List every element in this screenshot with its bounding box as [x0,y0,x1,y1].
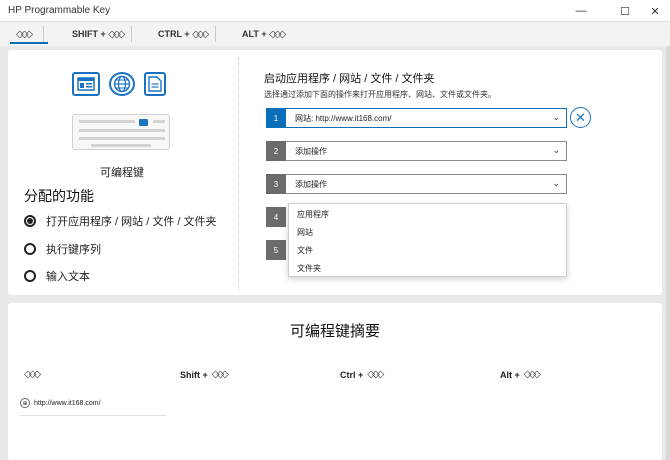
tab-selected-indicator [10,42,48,44]
action-row-1[interactable]: 1 网站: http://www.it168.com/ ⌄ [266,108,567,128]
remove-action-button[interactable]: ✕ [570,107,591,128]
action-row-3[interactable]: 3 添加操作 ⌄ [266,174,567,194]
programmable-key-icon: ◇◇◇ [16,28,33,40]
option-key-sequence[interactable]: 执行键序列 [24,241,101,257]
programmable-key-icon: ◇◇◇ [269,28,286,40]
minimize-icon[interactable]: — [566,0,596,22]
action-select[interactable]: 网站: http://www.it168.com/ ⌄ [286,108,567,128]
tab-bar: ◇◇◇ SHIFT + ◇◇◇ CTRL + ◇◇◇ ALT + ◇◇◇ [0,22,670,46]
keyboard-illustration [72,114,170,150]
summary-entry: ⊕ http://www.it168.com/ [20,398,101,408]
chevron-down-icon: ⌄ [552,145,560,155]
section-title: 启动应用程序 / 网站 / 文件 / 文件夹 [264,73,435,85]
radio-unselected[interactable] [24,270,36,282]
action-number: 5 [266,240,286,260]
summary-column-alt: Alt + ◇◇◇ [500,369,541,380]
programmable-key-icon: ◇◇◇ [211,369,229,380]
radio-unselected[interactable] [24,243,36,255]
option-label: 输入文本 [46,271,90,283]
dropdown-option-folder[interactable]: 文件夹 [297,263,321,274]
option-input-text[interactable]: 输入文本 [24,268,90,284]
programmable-key-icon: ◇◇◇ [108,28,125,40]
tab-shift-label: SHIFT + [72,29,106,39]
programmable-key-highlight [139,119,148,126]
document-icon [144,72,166,96]
summary-column-ctrl: Ctrl + ◇◇◇ [340,369,384,380]
option-label: 执行键序列 [46,244,101,256]
dropdown-option-website[interactable]: 网站 [297,227,313,238]
action-number: 1 [266,108,286,128]
dropdown-option-file[interactable]: 文件 [297,245,313,256]
window-title: HP Programmable Key [8,5,111,16]
summary-title: 可编程键摘要 [289,323,380,340]
action-value: 添加操作 [295,179,327,189]
scrollbar[interactable] [666,46,670,460]
action-type-dropdown: 应用程序 网站 文件 文件夹 [288,203,567,277]
action-number: 2 [266,141,286,161]
window-app-icon [72,72,100,96]
option-label: 打开应用程序 / 网站 / 文件 / 文件夹 [46,216,217,228]
chevron-down-icon: ⌄ [552,112,560,122]
programmable-key-icon: ◇◇◇ [523,369,541,380]
action-value: 添加操作 [295,146,327,156]
maximize-icon[interactable]: ☐ [610,0,640,22]
action-row-2[interactable]: 2 添加操作 ⌄ [266,141,567,161]
programmable-key-icon: ◇◇◇ [192,28,209,40]
radio-selected[interactable] [24,215,36,227]
action-number: 3 [266,174,286,194]
programmable-key-icon: ◇◇◇ [24,369,41,380]
action-select[interactable]: 添加操作 ⌄ [286,141,567,161]
tab-alt[interactable]: ALT + ◇◇◇ [242,22,286,46]
tab-shift[interactable]: SHIFT + ◇◇◇ [72,22,133,46]
dropdown-option-app[interactable]: 应用程序 [297,209,329,220]
assigned-function-title: 分配的功能 [24,188,94,204]
action-number: 4 [266,207,286,227]
action-value: 网站: http://www.it168.com/ [295,113,392,123]
summary-column-shift: Shift + ◇◇◇ [180,369,229,380]
panel-divider [238,58,239,290]
keyboard-caption: 可编程键 [100,167,144,179]
title-bar: HP Programmable Key — ☐ ✕ [0,0,670,22]
app-icon-group [72,72,166,96]
close-icon[interactable]: ✕ [640,0,670,22]
action-select[interactable]: 添加操作 ⌄ [286,174,567,194]
programmable-key-icon: ◇◇◇ [367,369,384,380]
section-description: 选择通过添加下面的操作来打开应用程序、网站、文件或文件夹。 [264,90,496,99]
option-open-app[interactable]: 打开应用程序 / 网站 / 文件 / 文件夹 [24,213,217,229]
summary-divider [20,415,166,416]
tab-ctrl[interactable]: CTRL + ◇◇◇ [158,22,217,46]
tab-ctrl-label: CTRL + [158,29,190,39]
summary-column-key: ◇◇◇ [20,369,41,380]
summary-entry-url: http://www.it168.com/ [34,399,101,407]
globe-icon [109,72,135,96]
globe-icon: ⊕ [20,398,30,408]
chevron-down-icon: ⌄ [552,178,560,188]
action-row-5[interactable]: 5 [266,240,286,260]
action-row-4[interactable]: 4 [266,207,286,227]
tab-alt-label: ALT + [242,29,267,39]
